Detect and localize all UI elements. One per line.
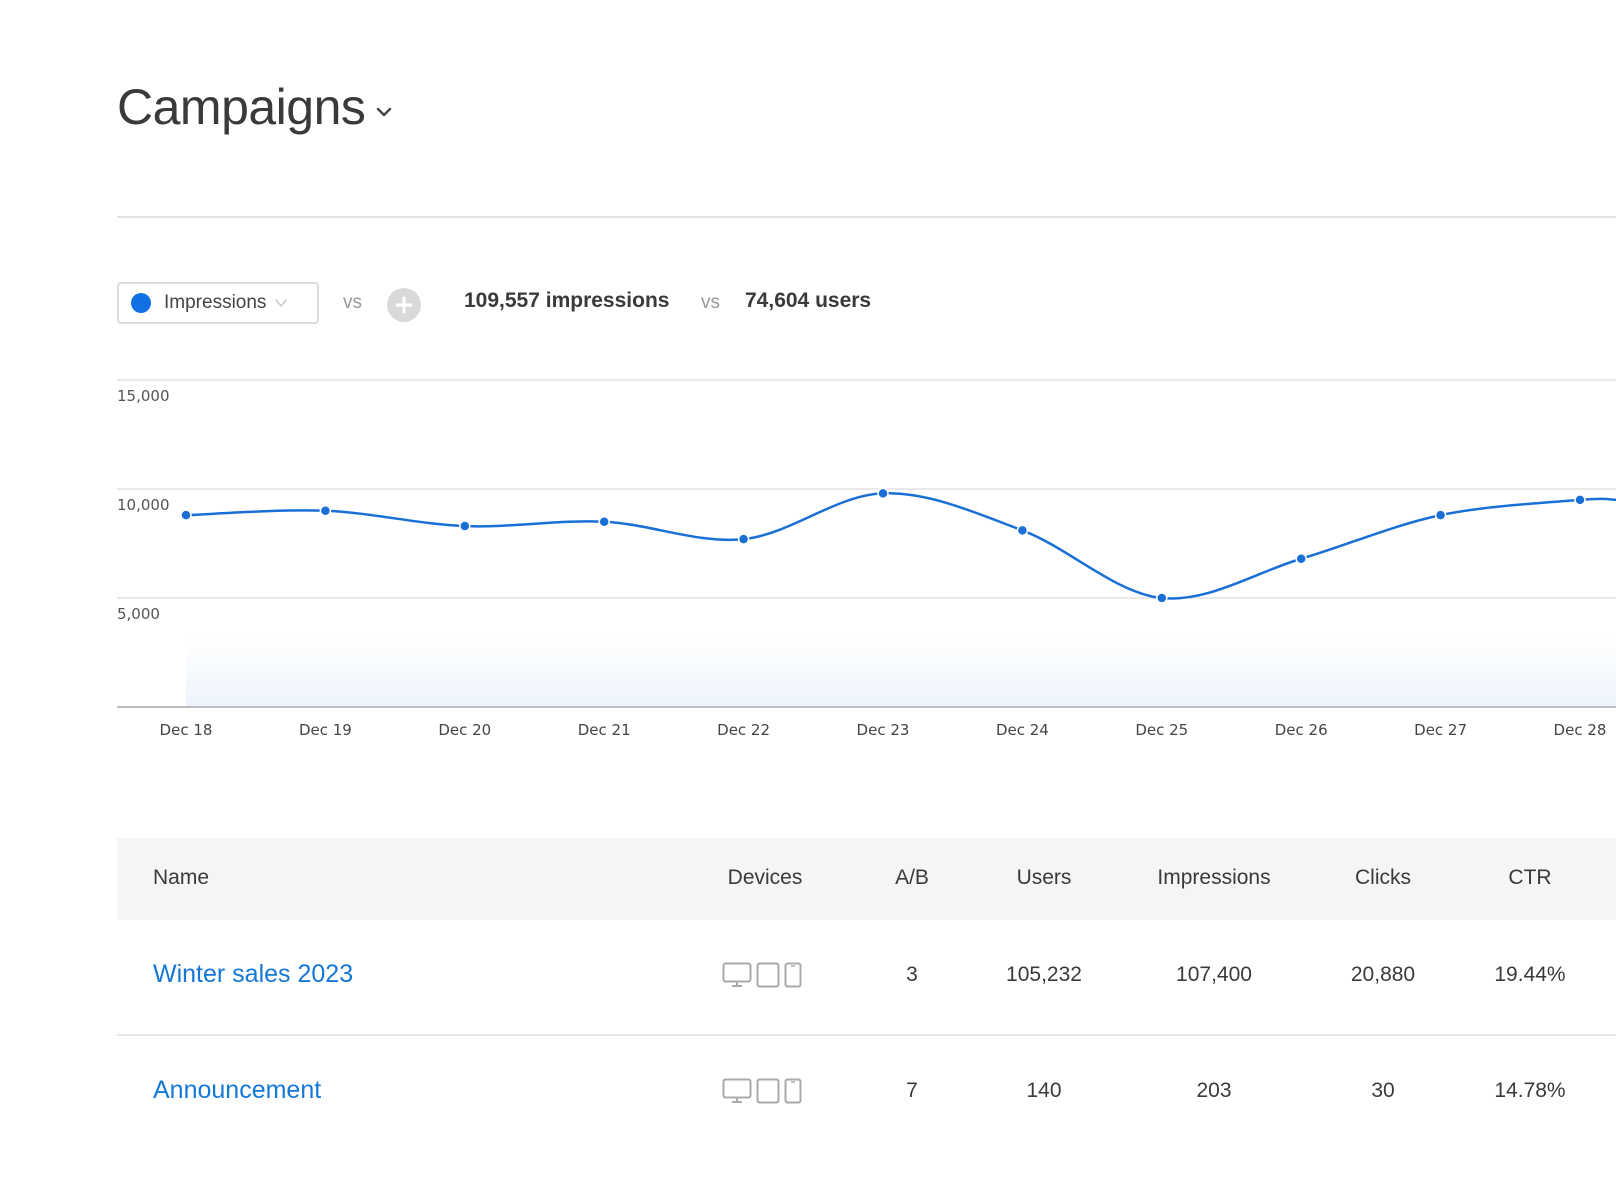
header-divider (117, 216, 1616, 218)
x-tick-label: Dec 28 (1554, 721, 1607, 739)
chart-area-fill (186, 637, 1616, 707)
y-tick-label: 5,000 (117, 605, 160, 623)
column-header-impressions[interactable]: Impressions (1157, 866, 1270, 890)
table-row[interactable]: Winter sales 2023 3 105,232 107,400 20,8… (117, 920, 1616, 1036)
ctr-value: 14.78% (1494, 1079, 1566, 1102)
ab-count: 3 (906, 963, 918, 986)
summary-impressions: 109,557 impressions (464, 289, 670, 312)
page-title: Campaigns (117, 79, 366, 135)
y-tick-label: 10,000 (117, 496, 170, 514)
summary-vs-label: vs (701, 292, 720, 313)
metric-select-label: Impressions (164, 292, 267, 313)
x-tick-label: Dec 22 (717, 721, 770, 739)
x-tick-label: Dec 25 (1135, 721, 1188, 739)
impressions-line-chart: 5,000 10,000 15,000 Dec 18 Dec 19 Dec 20 Dec 2… (117, 379, 1616, 739)
x-tick-label: Dec 21 (578, 721, 631, 739)
data-point (1156, 592, 1168, 604)
x-tick-label: Dec 18 (160, 721, 213, 739)
column-header-name[interactable]: Name (153, 866, 209, 890)
data-point (1016, 524, 1029, 537)
x-tick-label: Dec 23 (857, 721, 910, 739)
add-metric-button[interactable] (387, 288, 421, 322)
tablet-icon (756, 1078, 780, 1104)
devices-cell (722, 1078, 802, 1104)
devices-cell (722, 962, 802, 988)
table-row[interactable]: Announcement 7 140 203 30 14.78% (117, 1036, 1616, 1150)
data-point (1574, 494, 1586, 506)
column-header-ab[interactable]: A/B (895, 866, 929, 890)
tablet-icon (756, 962, 780, 988)
column-header-devices[interactable]: Devices (728, 866, 803, 890)
x-tick-label: Dec 27 (1414, 721, 1467, 739)
clicks-value: 30 (1371, 1079, 1395, 1102)
table-header: Name Devices A/B Users Impressions Click… (117, 838, 1616, 920)
x-tick-label: Dec 26 (1275, 721, 1328, 739)
users-value: 105,232 (1006, 963, 1082, 986)
impressions-value: 203 (1196, 1079, 1232, 1102)
metric-color-dot (131, 293, 151, 313)
data-point (598, 515, 610, 528)
clicks-value: 20,880 (1350, 963, 1416, 986)
data-point (877, 487, 889, 500)
data-point (737, 533, 750, 545)
data-point (1434, 509, 1447, 521)
campaign-name-link[interactable]: Announcement (153, 1076, 321, 1105)
impressions-value: 107,400 (1176, 963, 1252, 986)
campaign-name-link[interactable]: Winter sales 2023 (153, 960, 353, 989)
data-point (180, 509, 192, 521)
x-tick-label: Dec 24 (996, 721, 1049, 739)
campaigns-table: Name Devices A/B Users Impressions Click… (117, 838, 1616, 1150)
page-title-dropdown[interactable]: Campaigns (117, 78, 393, 136)
data-point (319, 505, 332, 517)
vs-label: vs (343, 292, 362, 313)
chevron-down-icon (377, 107, 392, 117)
chevron-down-icon (275, 299, 288, 307)
summary-users: 74,604 users (745, 289, 872, 312)
ab-count: 7 (906, 1079, 918, 1102)
mobile-icon (784, 1078, 802, 1104)
column-header-ctr[interactable]: CTR (1508, 866, 1551, 890)
metric-select[interactable]: Impressions (117, 282, 319, 324)
column-header-clicks[interactable]: Clicks (1355, 866, 1411, 890)
data-point (1295, 553, 1307, 565)
column-header-users[interactable]: Users (1017, 866, 1072, 890)
ctr-value: 19.44% (1494, 963, 1566, 986)
plus-icon (395, 296, 413, 314)
x-tick-label: Dec 20 (438, 721, 491, 739)
mobile-icon (784, 962, 802, 988)
y-tick-label: 15,000 (117, 387, 170, 405)
data-point (459, 520, 471, 532)
users-value: 140 (1026, 1079, 1062, 1102)
impressions-series-line (185, 492, 1616, 600)
desktop-icon (722, 962, 752, 987)
desktop-icon (722, 1078, 752, 1103)
x-tick-label: Dec 19 (299, 721, 352, 739)
